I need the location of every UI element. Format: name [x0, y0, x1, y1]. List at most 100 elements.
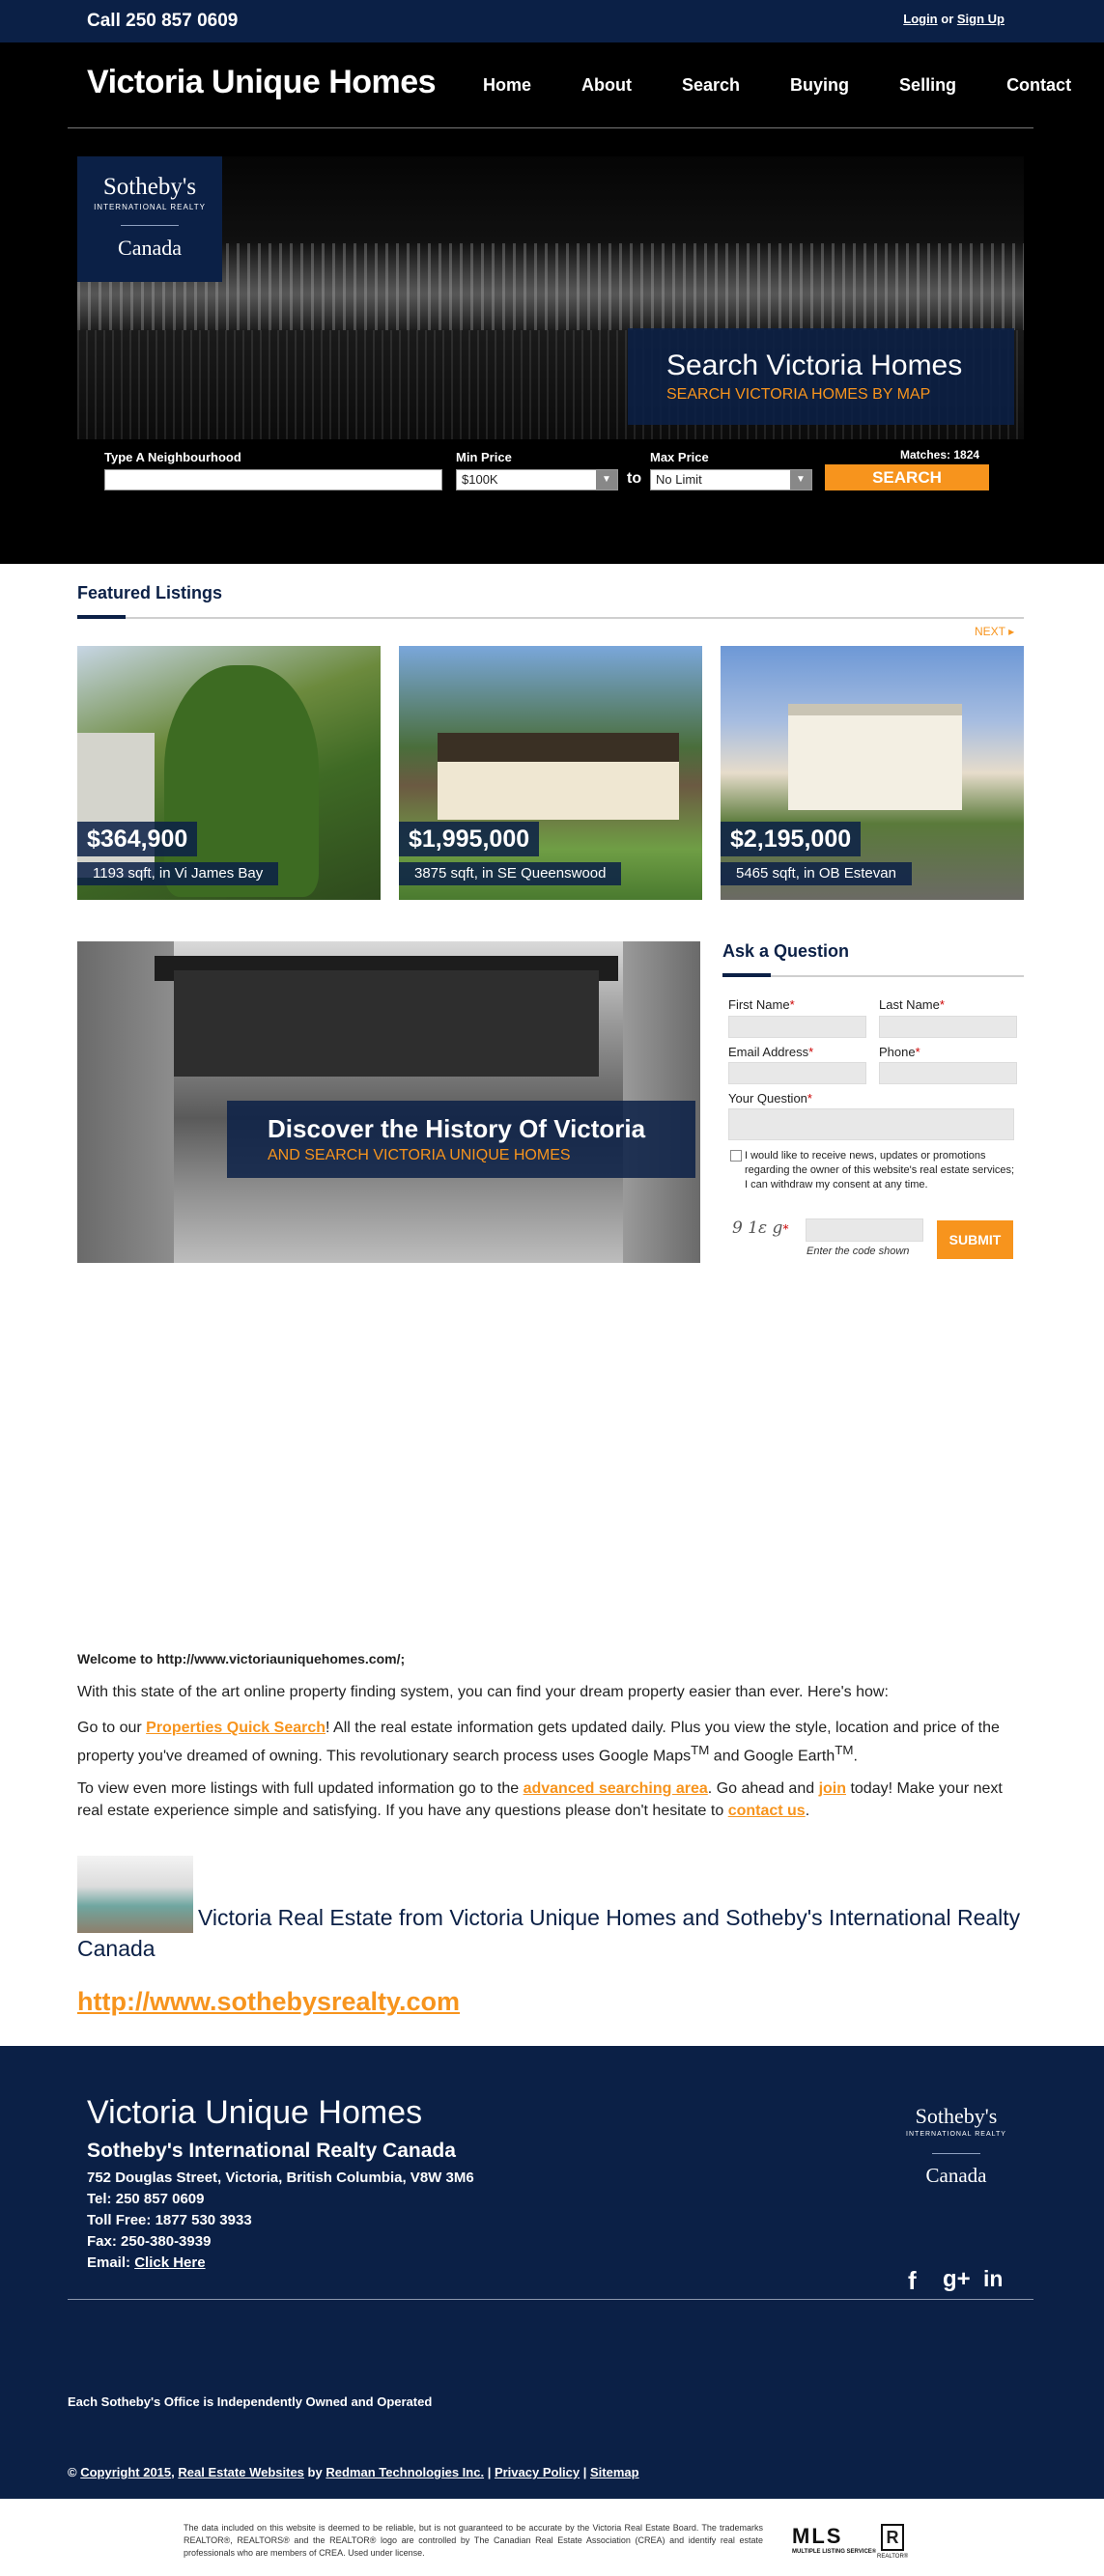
phone-number: Call 250 857 0609 — [87, 11, 239, 31]
question-textarea[interactable] — [728, 1108, 1014, 1140]
last-name-label: Last Name* — [879, 997, 945, 1012]
sitemap-link[interactable]: Sitemap — [590, 2465, 639, 2479]
advanced-search-link[interactable]: advanced searching area — [524, 1780, 708, 1797]
nav-home[interactable]: Home — [483, 75, 531, 96]
fax-value: 250-380-3939 — [121, 2233, 212, 2250]
nav-selling[interactable]: Selling — [899, 75, 956, 96]
next-link[interactable]: NEXT ▸ — [975, 625, 1014, 638]
featured-listings-title: Featured Listings — [77, 583, 223, 602]
chinatown-gate — [174, 970, 599, 1077]
listing-card[interactable]: $364,900 1193 sqft, in Vi James Bay — [77, 646, 381, 900]
signup-link[interactable]: Sign Up — [957, 12, 1005, 26]
welcome-paragraph-2: Go to our Properties Quick Search! All t… — [77, 1717, 1024, 1767]
p2-pre: Go to our — [77, 1720, 147, 1736]
logo-name: Sotheby's — [102, 174, 197, 200]
captcha-text: 9 1ε g — [732, 1218, 783, 1238]
nav-search[interactable]: Search — [682, 75, 740, 96]
logo-country: Canada — [118, 236, 182, 260]
discover-subtitle: AND SEARCH VICTORIA UNIQUE HOMES — [268, 1147, 571, 1163]
email-field[interactable] — [728, 1062, 866, 1084]
login-link[interactable]: Login — [903, 12, 937, 26]
house-shape — [438, 733, 679, 820]
footer: Victoria Unique Homes Sotheby's Internat… — [0, 2046, 1104, 2499]
logo-divider — [121, 225, 179, 226]
question-label: Your Question* — [728, 1091, 812, 1106]
max-price-select[interactable]: No Limit ▼ — [650, 469, 812, 490]
contact-us-link[interactable]: contact us — [728, 1803, 806, 1819]
chevron-right-icon: ▸ — [1008, 625, 1015, 638]
copyright-link[interactable]: Copyright 2015 — [80, 2465, 171, 2479]
by-text: by — [307, 2465, 323, 2479]
price-to-label: to — [627, 470, 642, 487]
title-accent — [77, 615, 126, 619]
discover-history-banner[interactable]: Discover the History Of Victoria AND SEA… — [77, 941, 700, 1263]
legal-disclaimer: The data included on this website is dee… — [184, 2523, 763, 2558]
last-name-field[interactable] — [879, 1016, 1017, 1038]
p3-mid: . Go ahead and — [707, 1780, 819, 1797]
submit-button[interactable]: SUBMIT — [937, 1220, 1013, 1259]
main-nav: Home About Search Buying Selling Contact — [483, 75, 1104, 96]
privacy-policy-link[interactable]: Privacy Policy — [495, 2465, 580, 2479]
required-mark: * — [782, 1222, 789, 1236]
search-map-promo[interactable]: Search Victoria Homes SEARCH VICTORIA HO… — [628, 328, 1014, 425]
logo-sub: INTERNATIONAL REALTY — [94, 203, 206, 211]
consent-checkbox[interactable] — [730, 1150, 742, 1162]
fax-label: Fax: — [87, 2233, 117, 2250]
sothebys-realty-link[interactable]: http://www.sothebysrealty.com — [77, 1987, 460, 2017]
mls-logo: MLS MULTIPLE LISTING SERVICE® — [792, 2524, 876, 2555]
top-bar: Call 250 857 0609 Login or Sign Up — [0, 0, 1104, 42]
join-link[interactable]: join — [819, 1780, 846, 1797]
sothebys-logo: Sotheby's INTERNATIONAL REALTY Canada — [77, 156, 222, 282]
matches-label: Matches: — [900, 448, 951, 462]
logo-sub: INTERNATIONAL REALTY — [906, 2131, 1006, 2138]
copyright-symbol: © — [68, 2465, 77, 2479]
properties-quick-search-link[interactable]: Properties Quick Search — [146, 1720, 326, 1736]
linkedin-icon[interactable]: in — [983, 2266, 1003, 2292]
listing-card[interactable]: $1,995,000 3875 sqft, in SE Queenswood — [399, 646, 702, 900]
facebook-icon[interactable]: f — [908, 2266, 917, 2296]
min-price-select[interactable]: $100K ▼ — [456, 469, 618, 490]
realtor-caption: REALTOR® — [877, 2554, 909, 2560]
listing-detail: 3875 sqft, in SE Queenswood — [399, 862, 622, 885]
question-text: Your Question — [728, 1091, 807, 1106]
footer-fax: Fax: 250-380-3939 — [87, 2233, 211, 2250]
google-plus-icon[interactable]: g+ — [943, 2266, 971, 2293]
promo-title: Search Victoria Homes — [666, 350, 963, 381]
required-mark: * — [939, 997, 945, 1012]
p3-end: . — [805, 1803, 810, 1819]
captcha-field[interactable] — [806, 1218, 923, 1242]
mls-letters: MLS — [792, 2524, 843, 2548]
redman-link[interactable]: Redman Technologies Inc. — [326, 2465, 484, 2479]
welcome-paragraph-1: With this state of the art online proper… — [77, 1684, 889, 1700]
nav-buying[interactable]: Buying — [790, 75, 849, 96]
hero: Victoria Unique Homes Home About Search … — [0, 42, 1104, 564]
search-button[interactable]: SEARCH — [825, 464, 989, 490]
ask-question-title: Ask a Question — [722, 941, 850, 961]
listing-detail: 5465 sqft, in OB Estevan — [721, 862, 912, 885]
chevron-down-icon: ▼ — [790, 470, 811, 490]
email-text: Email Address — [728, 1045, 809, 1059]
last-name-text: Last Name — [879, 997, 940, 1012]
listing-card[interactable]: $2,195,000 5465 sqft, in OB Estevan — [721, 646, 1024, 900]
site-title[interactable]: Victoria Unique Homes — [87, 64, 437, 101]
listing-detail: 1193 sqft, in Vi James Bay — [77, 862, 279, 885]
logo-name: Sotheby's — [915, 2104, 998, 2128]
neighbourhood-input[interactable] — [104, 469, 442, 490]
phone-field[interactable] — [879, 1062, 1017, 1084]
required-mark: * — [807, 1091, 812, 1106]
neighbourhood-label: Type A Neighbourhood — [104, 450, 241, 464]
nav-contact[interactable]: Contact — [1006, 75, 1071, 96]
hero-banner-image: Sotheby's INTERNATIONAL REALTY Canada Se… — [77, 156, 1024, 439]
promo-subtitle: SEARCH VICTORIA HOMES BY MAP — [666, 386, 931, 403]
real-estate-websites-link[interactable]: Real Estate Websites — [178, 2465, 304, 2479]
footer-copyright: © Copyright 2015, Real Estate Websites b… — [68, 2465, 639, 2479]
footer-email: Email: Click Here — [87, 2254, 206, 2271]
first-name-field[interactable] — [728, 1016, 866, 1038]
footer-tel: Tel: 250 857 0609 — [87, 2191, 205, 2207]
tel-value: 250 857 0609 — [115, 2191, 205, 2207]
logo-country: Canada — [925, 2164, 987, 2187]
email-link[interactable]: Click Here — [134, 2254, 205, 2271]
required-mark: * — [915, 1045, 920, 1059]
phone-text: Phone — [879, 1045, 916, 1059]
nav-about[interactable]: About — [581, 75, 632, 96]
